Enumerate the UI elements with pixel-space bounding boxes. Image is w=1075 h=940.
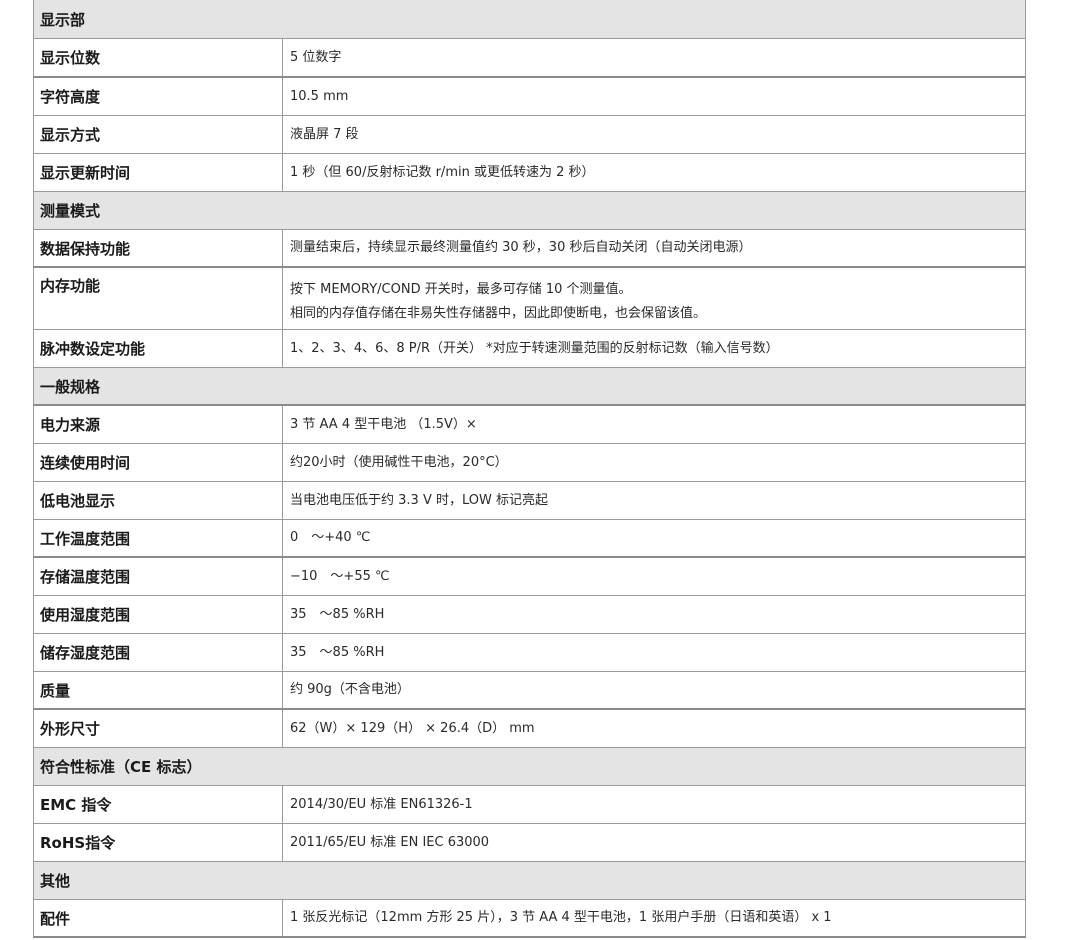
spec-row: 数据保持功能 测量结束后，持续显示最终测量值约 30 秒，30 秒后自动关闭（自动… [33, 230, 1026, 268]
section-title: 符合性标准（CE 标志） [40, 758, 202, 776]
spec-label: 脉冲数设定功能 [34, 330, 283, 367]
spec-value-line: 0 ～+40 ℃ [290, 530, 371, 545]
spec-value: 测量结束后，持续显示最终测量值约 30 秒，30 秒后自动关闭（自动关闭电源） [283, 230, 1025, 266]
spec-value: 0 ～+40 ℃ [283, 520, 1025, 556]
spec-row: 内存功能 按下 MEMORY/COND 开关时，最多可存储 10 个测量值。相同的… [33, 268, 1026, 330]
spec-label: EMC 指令 [34, 786, 283, 823]
section-title: 显示部 [40, 10, 86, 29]
spec-row: 配件 1 张反光标记（12mm 方形 25 片），3 节 AA 4 型干电池，1 … [33, 900, 1026, 938]
spec-label: 低电池显示 [34, 482, 283, 519]
spec-value-line: 62（W）× 129（H） × 26.4（D） mm [290, 720, 535, 736]
spec-label: 字符高度 [34, 78, 283, 115]
spec-value-line: 液晶屏 7 段 [290, 126, 359, 142]
section-header: 显示部 [33, 0, 1026, 39]
spec-value-line: 10.5 mm [290, 88, 349, 104]
spec-row: 存储温度范围 −10 ～+55 ℃ [33, 558, 1026, 596]
spec-label: 内存功能 [34, 268, 283, 329]
spec-value: 1 张反光标记（12mm 方形 25 片），3 节 AA 4 型干电池，1 张用… [283, 900, 1025, 936]
spec-label: 配件 [34, 900, 283, 936]
spec-value-line: −10 ～+55 ℃ [290, 568, 390, 584]
spec-value: 按下 MEMORY/COND 开关时，最多可存储 10 个测量值。相同的内存值存… [283, 268, 1025, 329]
spec-row: 储存湿度范围 35 ～85 %RH [33, 634, 1026, 672]
spec-label: 使用湿度范围 [34, 596, 283, 633]
spec-value: 2011/65/EU 标准 EN IEC 63000 [283, 824, 1025, 861]
spec-value: 1 秒（但 60/反射标记数 r/min 或更低转速为 2 秒） [283, 154, 1025, 191]
spec-value: 10.5 mm [283, 78, 1025, 115]
spec-value-line: 1、2、3、4、6、8 P/R（开关） *对应于转速测量范围的反射标记数（输入信… [290, 340, 779, 356]
spec-label: 外形尺寸 [34, 710, 283, 747]
spec-table: 显示部 显示位数 5 位数字 字符高度 10.5 mm 显示方式 液晶屏 7 段显示更新时间… [33, 0, 1026, 938]
spec-row: 外形尺寸 62（W）× 129（H） × 26.4（D） mm [33, 710, 1026, 748]
spec-row: 使用湿度范围 35 ～85 %RH [33, 596, 1026, 634]
section-header: 测量模式 [33, 192, 1026, 230]
spec-value: 1、2、3、4、6、8 P/R（开关） *对应于转速测量范围的反射标记数（输入信… [283, 330, 1025, 367]
spec-label: 储存湿度范围 [34, 634, 283, 671]
spec-value-line: 3 节 AA 4 型干电池 （1.5V）× [290, 416, 477, 432]
section-header: 其他 [33, 862, 1026, 900]
spec-label: 工作温度范围 [34, 520, 283, 556]
spec-value: 约20小时（使用碱性干电池，20°C） [283, 444, 1025, 481]
spec-value: −10 ～+55 ℃ [283, 558, 1025, 595]
spec-value-line: 约 90g（不含电池） [290, 682, 410, 697]
spec-label: 连续使用时间 [34, 444, 283, 481]
spec-row: 字符高度 10.5 mm [33, 78, 1026, 116]
spec-row: 电力来源 3 节 AA 4 型干电池 （1.5V）× [33, 406, 1026, 444]
spec-row: RoHS指令 2011/65/EU 标准 EN IEC 63000 [33, 824, 1026, 862]
spec-value-line: 当电池电压低于约 3.3 V 时，LOW 标记亮起 [290, 492, 548, 508]
spec-row: 显示方式 液晶屏 7 段 [33, 116, 1026, 154]
spec-value-line: 按下 MEMORY/COND 开关时，最多可存储 10 个测量值。 [290, 282, 632, 297]
spec-value: 35 ～85 %RH [283, 596, 1025, 633]
spec-label: 显示更新时间 [34, 154, 283, 191]
spec-row: 连续使用时间 约20小时（使用碱性干电池，20°C） [33, 444, 1026, 482]
spec-value-line: 35 ～85 %RH [290, 606, 385, 622]
spec-label: 显示位数 [34, 39, 283, 76]
spec-label: 存储温度范围 [34, 558, 283, 595]
spec-value-line: 1 秒（但 60/反射标记数 r/min 或更低转速为 2 秒） [290, 164, 595, 180]
spec-value-line: 测量结束后，持续显示最终测量值约 30 秒，30 秒后自动关闭（自动关闭电源） [290, 240, 752, 255]
spec-value-line: 1 张反光标记（12mm 方形 25 片），3 节 AA 4 型干电池，1 张用… [290, 910, 832, 925]
spec-value: 35 ～85 %RH [283, 634, 1025, 671]
spec-value: 2014/30/EU 标准 EN61326-1 [283, 786, 1025, 823]
spec-label: 质量 [34, 672, 283, 708]
spec-value-line: 35 ～85 %RH [290, 644, 385, 660]
section-title: 一般规格 [40, 377, 101, 396]
spec-row: 工作温度范围 0 ～+40 ℃ [33, 520, 1026, 558]
spec-value: 约 90g（不含电池） [283, 672, 1025, 708]
spec-label: RoHS指令 [34, 824, 283, 861]
spec-value: 62（W）× 129（H） × 26.4（D） mm [283, 710, 1025, 747]
spec-label: 电力来源 [34, 406, 283, 443]
spec-row: 脉冲数设定功能 1、2、3、4、6、8 P/R（开关） *对应于转速测量范围的反射… [33, 330, 1026, 368]
spec-row: 低电池显示 当电池电压低于约 3.3 V 时，LOW 标记亮起 [33, 482, 1026, 520]
spec-value: 3 节 AA 4 型干电池 （1.5V）× [283, 406, 1025, 443]
spec-value: 当电池电压低于约 3.3 V 时，LOW 标记亮起 [283, 482, 1025, 519]
section-title: 测量模式 [40, 202, 101, 220]
spec-value: 液晶屏 7 段 [283, 116, 1025, 153]
spec-row: EMC 指令 2014/30/EU 标准 EN61326-1 [33, 786, 1026, 824]
spec-value-line: 约20小时（使用碱性干电池，20°C） [290, 454, 508, 470]
spec-value-line: 2014/30/EU 标准 EN61326-1 [290, 796, 473, 812]
section-header: 一般规格 [33, 368, 1026, 406]
spec-row: 显示更新时间 1 秒（但 60/反射标记数 r/min 或更低转速为 2 秒） [33, 154, 1026, 192]
spec-row: 显示位数 5 位数字 [33, 39, 1026, 78]
spec-value: 5 位数字 [283, 39, 1025, 76]
spec-label: 显示方式 [34, 116, 283, 153]
section-title: 其他 [40, 872, 71, 890]
section-header: 符合性标准（CE 标志） [33, 748, 1026, 786]
spec-label: 数据保持功能 [34, 230, 283, 266]
spec-value-line: 5 位数字 [290, 49, 342, 65]
spec-row: 质量约 90g（不含电池） [33, 672, 1026, 710]
spec-value-line: 相同的内存值存储在非易失性存储器中，因此即使断电，也会保留该值。 [290, 306, 707, 321]
spec-value-line: 2011/65/EU 标准 EN IEC 63000 [290, 834, 490, 850]
